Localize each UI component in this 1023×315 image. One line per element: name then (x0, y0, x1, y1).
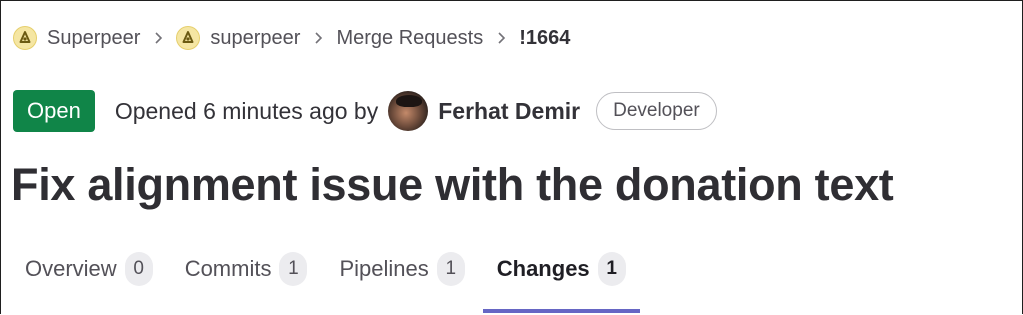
merge-request-header: Superpeer superpeer Merge Requests !1664 (0, 0, 1023, 314)
tab-bar: Overview 0 Commits 1 Pipelines 1 Changes… (11, 235, 644, 313)
tab-label: Changes (496, 256, 590, 281)
project-avatar-icon (176, 26, 201, 50)
tab-commits[interactable]: Commits 1 (171, 235, 322, 303)
opened-text: Opened 6 minutes ago by (114, 97, 379, 124)
project-avatar-icon (13, 26, 37, 50)
tab-label: Overview (25, 256, 117, 281)
chevron-right-icon (497, 31, 507, 45)
tab-label: Commits (184, 256, 272, 281)
breadcrumb-label: Merge Requests (336, 26, 484, 49)
tab-count-badge: 0 (124, 252, 153, 286)
breadcrumb-label: Superpeer (47, 26, 141, 49)
tab-overview[interactable]: Overview 0 (11, 235, 167, 303)
chevron-right-icon (314, 31, 324, 45)
page-title: Fix alignment issue with the donation te… (11, 159, 894, 210)
breadcrumb: Superpeer superpeer Merge Requests !1664 (13, 23, 570, 53)
role-badge: Developer (596, 92, 717, 130)
tab-pipelines[interactable]: Pipelines 1 (325, 235, 478, 303)
breadcrumb-item-project[interactable]: superpeer (176, 26, 300, 50)
tab-changes[interactable]: Changes 1 (482, 235, 640, 313)
breadcrumb-item-merge-requests[interactable]: Merge Requests (336, 27, 483, 50)
breadcrumb-label: !1664 (519, 26, 571, 49)
breadcrumb-item-current[interactable]: !1664 (519, 27, 570, 50)
chevron-right-icon (154, 31, 164, 45)
tab-count-badge: 1 (597, 252, 626, 286)
tab-count-badge: 1 (279, 252, 308, 286)
tab-count-badge: 1 (436, 252, 465, 286)
tab-label: Pipelines (339, 256, 429, 281)
merge-request-meta: Open Opened 6 minutes ago by Ferhat Demi… (13, 89, 717, 133)
author-link[interactable]: Ferhat Demir (438, 98, 580, 125)
avatar[interactable] (388, 91, 429, 131)
breadcrumb-label: superpeer (210, 26, 301, 49)
status-badge: Open (13, 90, 95, 132)
breadcrumb-item-group[interactable]: Superpeer (13, 26, 140, 50)
